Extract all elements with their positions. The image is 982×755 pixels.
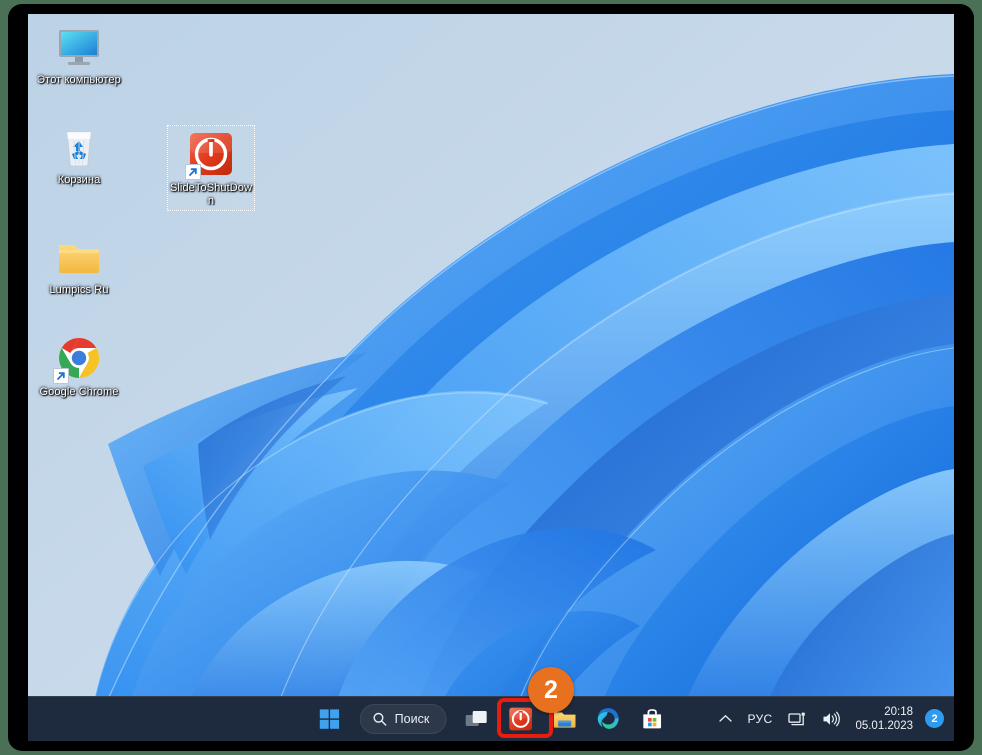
chevron-up-icon <box>718 714 732 722</box>
volume-button[interactable] <box>815 700 847 738</box>
store-icon <box>643 709 662 729</box>
folder-icon <box>55 232 103 280</box>
microsoft-store-button[interactable] <box>632 699 672 739</box>
system-tray: РУС 20:18 05.01.2023 2 <box>712 696 955 741</box>
task-view-button[interactable] <box>456 699 496 739</box>
clock-time: 20:18 <box>884 705 913 718</box>
taskbar-center-group: Поиск <box>310 696 673 741</box>
language-indicator[interactable]: РУС <box>741 700 780 738</box>
network-button[interactable] <box>781 700 813 738</box>
shortcut-arrow-icon <box>185 164 201 180</box>
annotation-callout-2: 2 <box>528 667 574 713</box>
speaker-icon <box>823 711 841 726</box>
clock[interactable]: 20:18 05.01.2023 <box>849 700 921 738</box>
desktop-icon-recycle-bin[interactable]: Корзина <box>36 122 122 187</box>
power-shortcut-icon <box>185 130 235 180</box>
search-placeholder: Поиск <box>394 711 430 726</box>
chrome-icon <box>53 334 103 384</box>
desktop-screen: Этот компьютер Корзина Lumpics Ru Google… <box>28 14 954 741</box>
recycle-bin-icon <box>55 122 103 170</box>
monitor-icon <box>55 22 103 70</box>
edge-icon <box>597 708 619 729</box>
desktop-icon-label: Lumpics Ru <box>49 284 109 296</box>
power-button-icon <box>508 707 532 730</box>
start-button[interactable] <box>310 699 350 739</box>
desktop-icon-google-chrome[interactable]: Google Chrome <box>36 334 122 399</box>
desktop-icon-lumpics-folder[interactable]: Lumpics Ru <box>36 232 122 297</box>
taskbar: Поиск РУС 20:18 05.01.2023 2 <box>28 696 954 741</box>
desktop-icon-label: SlideToShutDown <box>169 182 253 207</box>
shortcut-arrow-icon <box>53 368 69 384</box>
desktop-icon-this-pc[interactable]: Этот компьютер <box>36 22 122 87</box>
windows-logo-icon <box>319 708 340 729</box>
desktop-icon-label: Этот компьютер <box>37 74 121 86</box>
task-view-icon <box>465 710 487 726</box>
microsoft-edge-button[interactable] <box>588 699 628 739</box>
tray-overflow-button[interactable] <box>712 700 739 738</box>
network-icon <box>788 712 806 725</box>
desktop-icon-slidetoshutdown[interactable]: SlideToShutDown <box>167 125 255 211</box>
search-icon <box>373 712 387 726</box>
notification-badge[interactable]: 2 <box>925 709 944 728</box>
desktop-icon-label: Google Chrome <box>39 386 119 398</box>
desktop-wallpaper <box>28 14 954 741</box>
desktop-icon-label: Корзина <box>57 174 101 186</box>
search-input[interactable]: Поиск <box>359 703 447 734</box>
device-frame: Этот компьютер Корзина Lumpics Ru Google… <box>0 0 982 755</box>
clock-date: 05.01.2023 <box>855 719 913 732</box>
